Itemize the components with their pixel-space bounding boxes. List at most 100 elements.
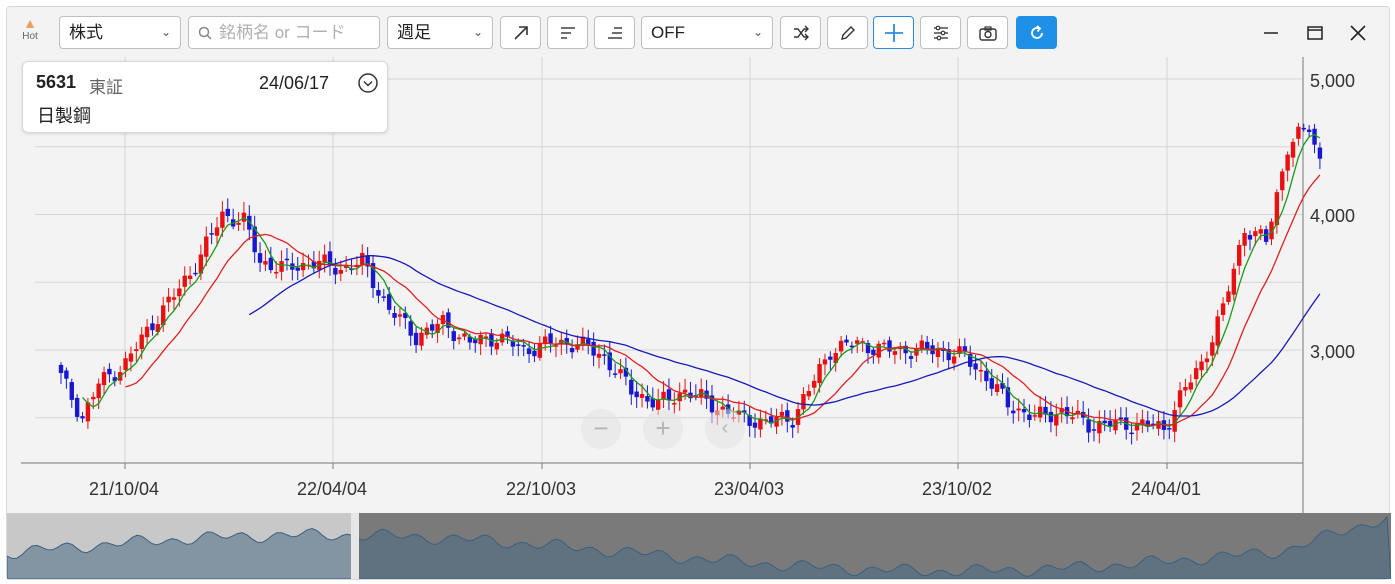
candle-body bbox=[1032, 415, 1037, 417]
candle-body bbox=[360, 252, 365, 265]
chart-window: ▲ Hot 株式 ⌄ 銘柄名 or コード 週足 ⌄ OFF ⌄ 5,000 4… bbox=[6, 6, 1391, 580]
candle-body bbox=[144, 326, 150, 338]
candle-body bbox=[634, 391, 639, 398]
x-tick-label: 22/04/04 bbox=[296, 479, 368, 499]
hot-button[interactable]: ▲ Hot bbox=[19, 15, 41, 42]
screenshot-button[interactable] bbox=[967, 16, 1008, 49]
chevron-down-circle-icon[interactable] bbox=[357, 72, 379, 94]
candle-body bbox=[908, 356, 914, 359]
zoom-out-button[interactable]: − bbox=[581, 409, 621, 449]
candle-body bbox=[64, 370, 69, 379]
search-input[interactable]: 銘柄名 or コード bbox=[188, 16, 380, 49]
align-left-button[interactable] bbox=[547, 16, 588, 49]
toolbar: ▲ Hot 株式 ⌄ 銘柄名 or コード 週足 ⌄ OFF ⌄ bbox=[7, 7, 1391, 57]
candle-body bbox=[338, 269, 343, 274]
x-tick-label: 23/10/02 bbox=[921, 479, 993, 499]
candle-body bbox=[58, 364, 64, 374]
candle-body bbox=[182, 275, 187, 287]
candle-body bbox=[881, 342, 887, 345]
refresh-button[interactable] bbox=[1016, 16, 1057, 49]
candle-body bbox=[844, 339, 849, 343]
candle-body bbox=[1306, 129, 1312, 133]
candle-body bbox=[166, 296, 171, 303]
candle-body bbox=[128, 353, 134, 362]
candle-body bbox=[812, 380, 817, 388]
candle-body bbox=[779, 411, 785, 416]
candle-body bbox=[134, 349, 139, 352]
flame-icon: ▲ bbox=[23, 15, 37, 31]
candle-body bbox=[1237, 245, 1242, 266]
candle-body bbox=[1118, 417, 1124, 420]
shuffle-button[interactable] bbox=[780, 16, 821, 49]
candle-body bbox=[430, 324, 435, 331]
stock-date: 24/06/17 bbox=[259, 73, 330, 93]
maximize-button[interactable] bbox=[1301, 19, 1329, 47]
candle-body bbox=[521, 345, 526, 347]
candle-body bbox=[322, 254, 327, 263]
candle-body bbox=[187, 275, 193, 279]
candle-body bbox=[263, 261, 268, 265]
candle-body bbox=[1312, 128, 1317, 145]
arrow-up-right-icon bbox=[513, 25, 528, 40]
crosshair-button[interactable] bbox=[873, 16, 914, 49]
y-tick-label: 3,000 bbox=[1310, 342, 1356, 362]
candle-body bbox=[123, 358, 128, 371]
candle-body bbox=[618, 369, 623, 374]
candle-body bbox=[69, 382, 74, 400]
trendline-button[interactable] bbox=[500, 16, 541, 49]
candle-body bbox=[951, 356, 957, 364]
candle-body bbox=[171, 297, 177, 300]
navigator-handle[interactable] bbox=[351, 513, 359, 579]
candle-body bbox=[1091, 429, 1097, 431]
candle-body bbox=[1280, 171, 1285, 191]
candle-body bbox=[855, 340, 860, 344]
settings-button[interactable] bbox=[920, 16, 961, 49]
candle-body bbox=[1193, 368, 1199, 380]
candle-body bbox=[295, 267, 300, 271]
candle-body bbox=[801, 394, 806, 410]
candle-body bbox=[639, 394, 645, 398]
scroll-left-button[interactable]: ‹ bbox=[705, 409, 745, 449]
candle-body bbox=[876, 343, 881, 358]
asset-type-value: 株式 bbox=[69, 23, 103, 42]
candle-body bbox=[822, 359, 828, 365]
candle-body bbox=[413, 332, 419, 346]
hot-label: Hot bbox=[22, 31, 38, 42]
candle-body bbox=[392, 313, 397, 318]
candle-body bbox=[214, 227, 220, 236]
candle-body bbox=[85, 402, 91, 422]
close-button[interactable] bbox=[1344, 19, 1372, 47]
candle-body bbox=[806, 391, 812, 397]
candle-body bbox=[376, 289, 381, 296]
candle-body bbox=[817, 364, 822, 384]
zoom-in-button[interactable]: + bbox=[643, 409, 683, 449]
stock-code: 5631 bbox=[36, 72, 77, 92]
stock-market: 東証 bbox=[89, 78, 123, 97]
close-icon bbox=[1350, 25, 1366, 41]
y-tick-label: 4,000 bbox=[1310, 206, 1356, 226]
range-navigator[interactable] bbox=[7, 513, 1391, 579]
indicator-select[interactable]: OFF ⌄ bbox=[641, 16, 773, 49]
asset-type-select[interactable]: 株式 ⌄ bbox=[59, 16, 181, 49]
candle-body bbox=[220, 211, 225, 228]
candle-body bbox=[752, 422, 758, 428]
align-right-button[interactable] bbox=[594, 16, 635, 49]
draw-button[interactable] bbox=[827, 16, 868, 49]
y-tick-label: 5,000 bbox=[1310, 71, 1356, 91]
candle-body bbox=[645, 396, 650, 402]
chevron-down-icon: ⌄ bbox=[160, 25, 171, 39]
candle-body bbox=[1016, 408, 1021, 411]
indicator-value: OFF bbox=[651, 23, 685, 42]
stock-info-card: 5631 東証 24/06/17 日製鋼 bbox=[22, 61, 388, 133]
candle-body bbox=[1086, 419, 1091, 433]
candle-body bbox=[1167, 428, 1172, 430]
candle-body bbox=[419, 332, 424, 346]
candle-body bbox=[1220, 303, 1226, 315]
stock-name: 日製鋼 bbox=[37, 106, 91, 126]
candle-body bbox=[569, 348, 575, 353]
minimize-button[interactable] bbox=[1257, 19, 1285, 47]
period-select[interactable]: 週足 ⌄ bbox=[387, 16, 493, 49]
candle-body bbox=[1070, 417, 1075, 420]
candle-body bbox=[526, 348, 532, 355]
candle-body bbox=[548, 333, 553, 344]
